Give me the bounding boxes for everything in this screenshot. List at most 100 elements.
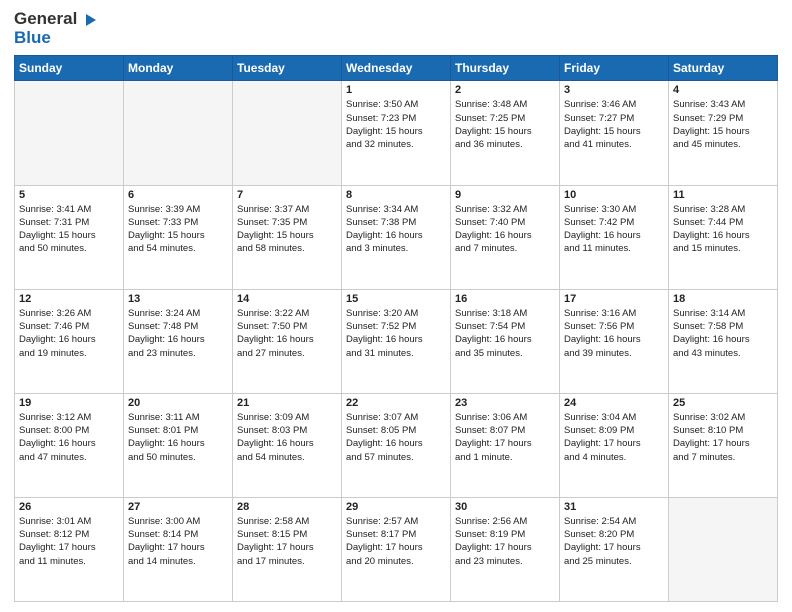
- day-number: 30: [455, 501, 555, 513]
- day-info: Sunrise: 3:28 AMSunset: 7:44 PMDaylight:…: [673, 203, 773, 256]
- day-info: Sunrise: 3:37 AMSunset: 7:35 PMDaylight:…: [237, 203, 337, 256]
- col-header-sunday: Sunday: [15, 56, 124, 81]
- day-info: Sunrise: 3:01 AMSunset: 8:12 PMDaylight:…: [19, 515, 119, 568]
- day-info: Sunrise: 3:14 AMSunset: 7:58 PMDaylight:…: [673, 307, 773, 360]
- day-info: Sunrise: 3:26 AMSunset: 7:46 PMDaylight:…: [19, 307, 119, 360]
- day-info: Sunrise: 3:11 AMSunset: 8:01 PMDaylight:…: [128, 411, 228, 464]
- day-cell: 8Sunrise: 3:34 AMSunset: 7:38 PMDaylight…: [342, 185, 451, 289]
- day-info: Sunrise: 3:34 AMSunset: 7:38 PMDaylight:…: [346, 203, 446, 256]
- day-number: 19: [19, 397, 119, 409]
- day-number: 31: [564, 501, 664, 513]
- day-cell: [15, 81, 124, 185]
- week-row-4: 19 Sunrise: 3:12 AMSunset: 8:00 PMDayligh…: [15, 393, 778, 497]
- day-number: 5: [19, 189, 119, 201]
- week-row-1: 1 Sunrise: 3:50 AMSunset: 7:23 PMDaylight…: [15, 81, 778, 185]
- day-cell: 11 Sunrise: 3:28 AMSunset: 7:44 PMDayligh…: [669, 185, 778, 289]
- day-info: Sunrise: 2:58 AMSunset: 8:15 PMDaylight:…: [237, 515, 337, 568]
- day-cell: 30 Sunrise: 2:56 AMSunset: 8:19 PMDayligh…: [451, 497, 560, 601]
- col-header-thursday: Thursday: [451, 56, 560, 81]
- day-cell: 3Sunrise: 3:46 AMSunset: 7:27 PMDaylight…: [560, 81, 669, 185]
- week-row-3: 12Sunrise: 3:26 AMSunset: 7:46 PMDayligh…: [15, 289, 778, 393]
- day-info: Sunrise: 3:41 AMSunset: 7:31 PMDaylight:…: [19, 203, 119, 256]
- day-cell: 12Sunrise: 3:26 AMSunset: 7:46 PMDayligh…: [15, 289, 124, 393]
- day-info: Sunrise: 3:02 AMSunset: 8:10 PMDaylight:…: [673, 411, 773, 464]
- day-number: 26: [19, 501, 119, 513]
- logo: General Blue: [14, 10, 98, 47]
- col-header-saturday: Saturday: [669, 56, 778, 81]
- day-info: Sunrise: 3:39 AMSunset: 7:33 PMDaylight:…: [128, 203, 228, 256]
- day-cell: 16Sunrise: 3:18 AMSunset: 7:54 PMDayligh…: [451, 289, 560, 393]
- day-number: 22: [346, 397, 446, 409]
- day-cell: 21 Sunrise: 3:09 AMSunset: 8:03 PMDayligh…: [233, 393, 342, 497]
- day-cell: 4 Sunrise: 3:43 AMSunset: 7:29 PMDaylight…: [669, 81, 778, 185]
- day-info: Sunrise: 3:07 AMSunset: 8:05 PMDaylight:…: [346, 411, 446, 464]
- day-cell: 20 Sunrise: 3:11 AMSunset: 8:01 PMDayligh…: [124, 393, 233, 497]
- day-number: 23: [455, 397, 555, 409]
- week-row-5: 26 Sunrise: 3:01 AMSunset: 8:12 PMDayligh…: [15, 497, 778, 601]
- day-number: 29: [346, 501, 446, 513]
- day-cell: 19 Sunrise: 3:12 AMSunset: 8:00 PMDayligh…: [15, 393, 124, 497]
- calendar-table: SundayMondayTuesdayWednesdayThursdayFrid…: [14, 55, 778, 602]
- day-info: Sunrise: 3:50 AMSunset: 7:23 PMDaylight:…: [346, 98, 446, 151]
- day-number: 7: [237, 189, 337, 201]
- day-number: 11: [673, 189, 773, 201]
- day-cell: 31 Sunrise: 2:54 AMSunset: 8:20 PMDayligh…: [560, 497, 669, 601]
- day-info: Sunrise: 3:00 AMSunset: 8:14 PMDaylight:…: [128, 515, 228, 568]
- logo-text: General Blue: [14, 10, 98, 47]
- day-info: Sunrise: 3:09 AMSunset: 8:03 PMDaylight:…: [237, 411, 337, 464]
- week-row-2: 5 Sunrise: 3:41 AMSunset: 7:31 PMDaylight…: [15, 185, 778, 289]
- day-info: Sunrise: 2:54 AMSunset: 8:20 PMDaylight:…: [564, 515, 664, 568]
- day-cell: [233, 81, 342, 185]
- day-cell: 6 Sunrise: 3:39 AMSunset: 7:33 PMDaylight…: [124, 185, 233, 289]
- col-header-monday: Monday: [124, 56, 233, 81]
- logo-general: General: [14, 10, 98, 29]
- day-number: 25: [673, 397, 773, 409]
- header: General Blue: [14, 10, 778, 47]
- day-cell: 7 Sunrise: 3:37 AMSunset: 7:35 PMDaylight…: [233, 185, 342, 289]
- day-cell: 26 Sunrise: 3:01 AMSunset: 8:12 PMDayligh…: [15, 497, 124, 601]
- day-number: 24: [564, 397, 664, 409]
- day-info: Sunrise: 3:24 AMSunset: 7:48 PMDaylight:…: [128, 307, 228, 360]
- day-info: Sunrise: 3:06 AMSunset: 8:07 PMDaylight:…: [455, 411, 555, 464]
- logo-blue: Blue: [14, 29, 98, 48]
- day-info: Sunrise: 3:22 AMSunset: 7:50 PMDaylight:…: [237, 307, 337, 360]
- day-info: Sunrise: 3:18 AMSunset: 7:54 PMDaylight:…: [455, 307, 555, 360]
- day-cell: 9Sunrise: 3:32 AMSunset: 7:40 PMDaylight…: [451, 185, 560, 289]
- day-cell: 24Sunrise: 3:04 AMSunset: 8:09 PMDayligh…: [560, 393, 669, 497]
- day-info: Sunrise: 3:12 AMSunset: 8:00 PMDaylight:…: [19, 411, 119, 464]
- day-number: 10: [564, 189, 664, 201]
- day-info: Sunrise: 3:32 AMSunset: 7:40 PMDaylight:…: [455, 203, 555, 256]
- day-info: Sunrise: 3:20 AMSunset: 7:52 PMDaylight:…: [346, 307, 446, 360]
- day-number: 4: [673, 84, 773, 96]
- day-cell: 27 Sunrise: 3:00 AMSunset: 8:14 PMDayligh…: [124, 497, 233, 601]
- day-cell: 28Sunrise: 2:58 AMSunset: 8:15 PMDayligh…: [233, 497, 342, 601]
- day-number: 13: [128, 293, 228, 305]
- day-info: Sunrise: 2:56 AMSunset: 8:19 PMDaylight:…: [455, 515, 555, 568]
- day-number: 1: [346, 84, 446, 96]
- day-number: 2: [455, 84, 555, 96]
- day-cell: 17Sunrise: 3:16 AMSunset: 7:56 PMDayligh…: [560, 289, 669, 393]
- day-cell: 22 Sunrise: 3:07 AMSunset: 8:05 PMDayligh…: [342, 393, 451, 497]
- day-info: Sunrise: 3:46 AMSunset: 7:27 PMDaylight:…: [564, 98, 664, 151]
- day-number: 14: [237, 293, 337, 305]
- day-info: Sunrise: 3:30 AMSunset: 7:42 PMDaylight:…: [564, 203, 664, 256]
- day-info: Sunrise: 3:48 AMSunset: 7:25 PMDaylight:…: [455, 98, 555, 151]
- day-cell: 2 Sunrise: 3:48 AMSunset: 7:25 PMDaylight…: [451, 81, 560, 185]
- day-number: 15: [346, 293, 446, 305]
- col-header-tuesday: Tuesday: [233, 56, 342, 81]
- calendar-header-row: SundayMondayTuesdayWednesdayThursdayFrid…: [15, 56, 778, 81]
- day-info: Sunrise: 2:57 AMSunset: 8:17 PMDaylight:…: [346, 515, 446, 568]
- day-number: 20: [128, 397, 228, 409]
- day-info: Sunrise: 3:43 AMSunset: 7:29 PMDaylight:…: [673, 98, 773, 151]
- day-cell: 15 Sunrise: 3:20 AMSunset: 7:52 PMDayligh…: [342, 289, 451, 393]
- page: General Blue SundayMondayTuesdayWednesda…: [0, 0, 792, 612]
- day-number: 21: [237, 397, 337, 409]
- day-number: 27: [128, 501, 228, 513]
- day-cell: 18 Sunrise: 3:14 AMSunset: 7:58 PMDayligh…: [669, 289, 778, 393]
- day-cell: 5 Sunrise: 3:41 AMSunset: 7:31 PMDaylight…: [15, 185, 124, 289]
- day-number: 18: [673, 293, 773, 305]
- day-cell: 13 Sunrise: 3:24 AMSunset: 7:48 PMDayligh…: [124, 289, 233, 393]
- day-cell: [669, 497, 778, 601]
- day-number: 6: [128, 189, 228, 201]
- day-number: 17: [564, 293, 664, 305]
